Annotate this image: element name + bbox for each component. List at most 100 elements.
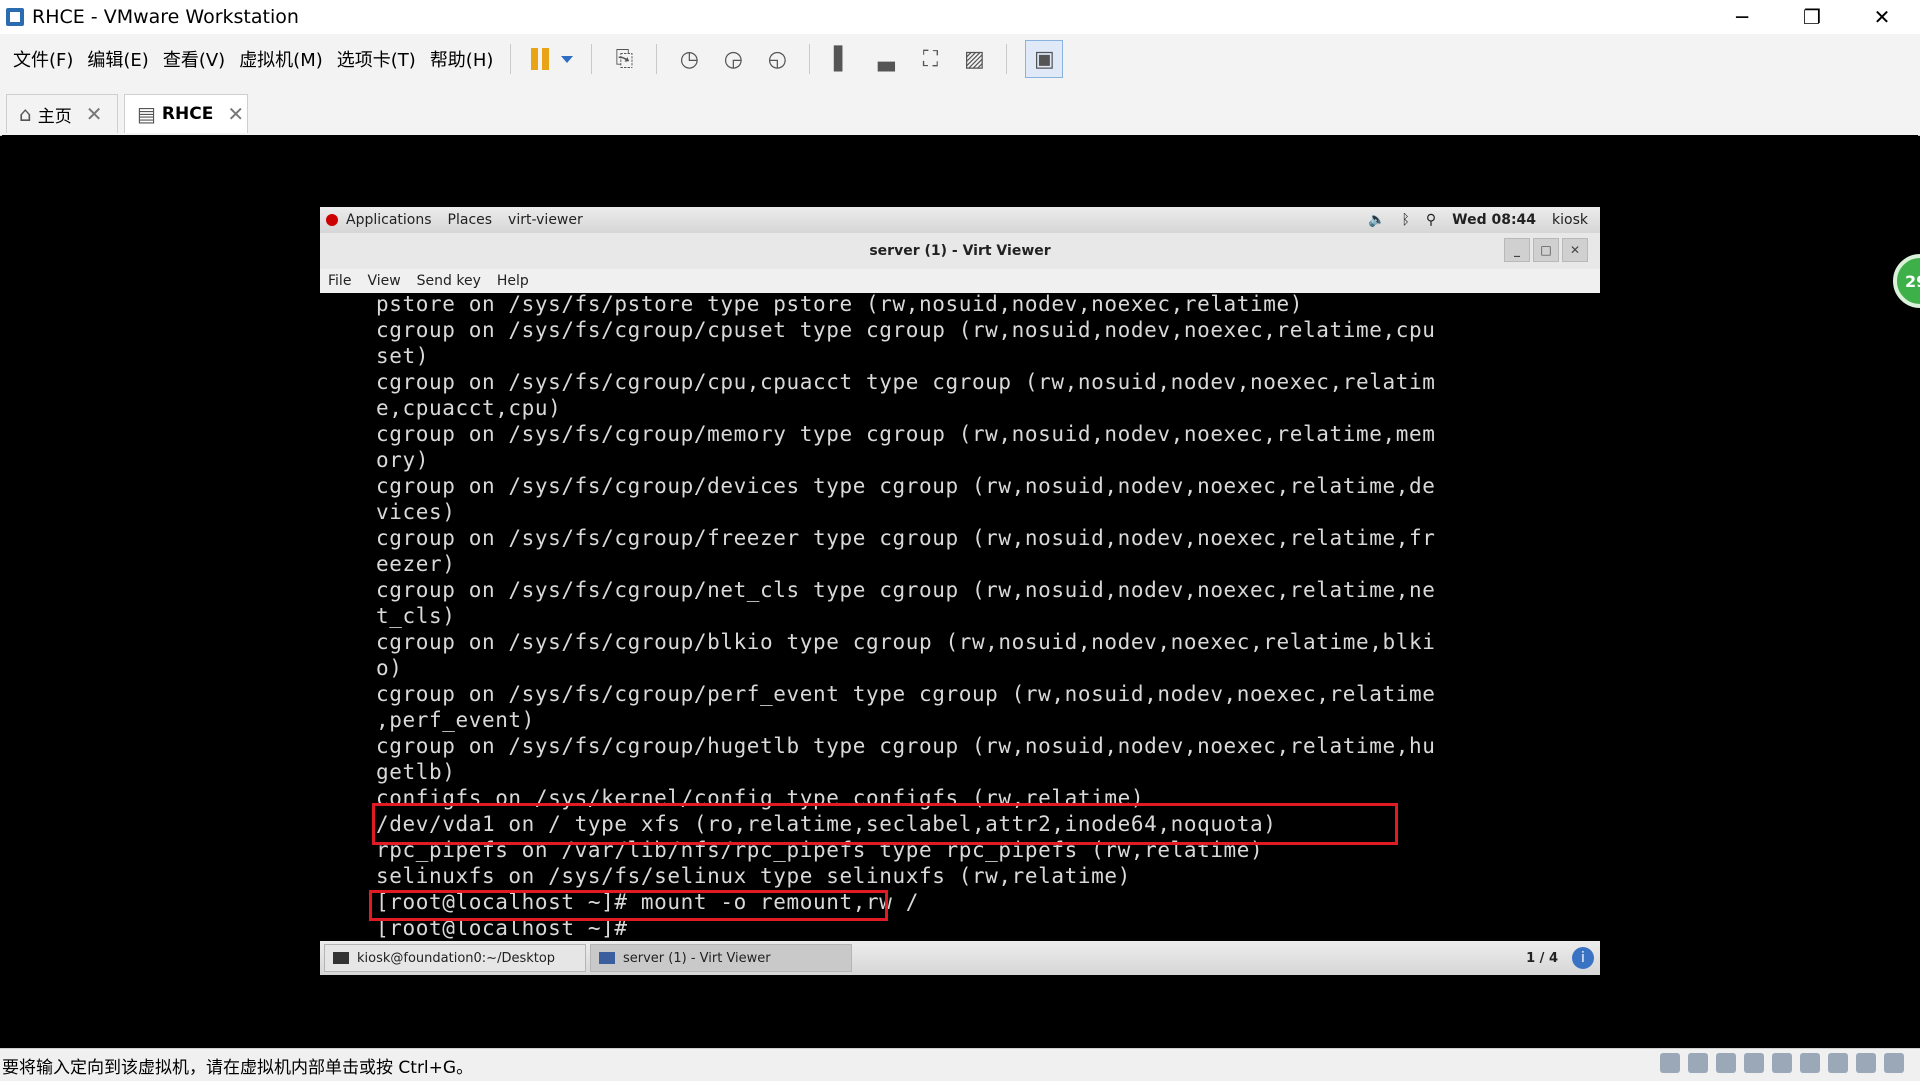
viewer-menu-file[interactable]: File [328, 273, 351, 289]
window-title: RHCE - VMware Workstation [32, 6, 299, 28]
highlight-box-mount-ro [372, 803, 1398, 845]
console-line: ory) [376, 448, 429, 472]
console-line: cgroup on /sys/fs/cgroup/cpu,cpuacct typ… [376, 370, 1436, 394]
console-line: cgroup on /sys/fs/cgroup/hugetlb type cg… [376, 734, 1436, 758]
toolbar-separator [656, 44, 658, 74]
sidebar-view-icon[interactable]: ▌ [828, 45, 856, 73]
network-adapter-icon[interactable] [1716, 1053, 1736, 1073]
menu-tabs[interactable]: 选项卡(T) [330, 46, 423, 72]
vmware-app-icon [6, 8, 24, 26]
power-dropdown-icon[interactable] [561, 55, 574, 63]
device-icons [1660, 1053, 1904, 1073]
active-task[interactable]: virt-viewer [508, 212, 583, 228]
console-line: cgroup on /sys/fs/cgroup/net_cls type cg… [376, 578, 1436, 602]
viewer-menu-send-key[interactable]: Send key [417, 273, 481, 289]
tab-rhce-label: RHCE [161, 104, 214, 124]
guest-top-panel: Applications Places virt-viewer 🔈 ᛒ ⚲ We… [320, 207, 1600, 233]
snapshot-manager-icon[interactable]: ◵ [763, 45, 791, 73]
revert-snapshot-icon[interactable]: ◶ [719, 45, 747, 73]
hard-disk-icon[interactable] [1660, 1053, 1680, 1073]
send-ctrl-alt-del-icon[interactable]: ⎘ [610, 45, 638, 73]
clock[interactable]: Wed 08:44 [1452, 212, 1536, 228]
redhat-icon [326, 214, 338, 226]
console-line: pstore on /sys/fs/pstore type pstore (rw… [376, 293, 1304, 316]
viewer-minimize-button[interactable]: _ [1504, 238, 1530, 262]
sound-card-icon[interactable] [1800, 1053, 1820, 1073]
console-line: getlb) [376, 760, 456, 784]
restore-button[interactable]: ❐ [1782, 0, 1842, 34]
user-menu[interactable]: kiosk [1552, 212, 1588, 228]
bluetooth-icon[interactable]: ᛒ [1401, 212, 1409, 228]
menu-help[interactable]: 帮助(H) [423, 46, 501, 72]
workspace-pager[interactable]: 1 / 4 [1526, 951, 1558, 966]
console-line: t_cls) [376, 604, 456, 628]
console-line: e,cpuacct,cpu) [376, 396, 562, 420]
thumbnail-view-icon[interactable]: ▃ [872, 45, 900, 73]
minimize-button[interactable]: ─ [1712, 0, 1772, 34]
status-message: 要将输入定向到该虚拟机，请在虚拟机内部单击或按 Ctrl+G。 [2, 1057, 474, 1078]
menu-vm[interactable]: 虚拟机(M) [232, 46, 330, 72]
display-icon[interactable] [1828, 1053, 1848, 1073]
applications-menu[interactable]: Applications [346, 212, 432, 228]
fullscreen-icon[interactable]: ⛶ [916, 45, 944, 73]
highlight-box-remount-command [369, 890, 888, 921]
close-icon[interactable]: ✕ [227, 102, 244, 126]
console-line: cgroup on /sys/fs/cgroup/freezer type cg… [376, 526, 1436, 550]
console-line: cgroup on /sys/fs/cgroup/memory type cgr… [376, 422, 1436, 446]
viewer-menu-help[interactable]: Help [497, 273, 529, 289]
toolbar-separator [510, 44, 512, 74]
menu-view[interactable]: 查看(V) [156, 46, 232, 72]
console-line: ,perf_event) [376, 708, 535, 732]
virt-viewer-icon [599, 952, 615, 964]
pause-icon[interactable] [531, 48, 550, 70]
terminal-console[interactable]: pstore on /sys/fs/pstore type pstore (rw… [320, 293, 1600, 941]
close-icon[interactable]: ✕ [86, 102, 103, 126]
viewer-close-button[interactable]: ✕ [1562, 238, 1588, 262]
menu-file[interactable]: 文件(F) [6, 46, 80, 72]
taskbar-virt-viewer[interactable]: server (1) - Virt Viewer [590, 944, 852, 972]
tab-home[interactable]: ⌂ 主页 ✕ [6, 94, 118, 133]
console-line: eezer) [376, 552, 456, 576]
tab-home-label: 主页 [37, 106, 72, 127]
toolbar-separator [809, 44, 811, 74]
window-titlebar: RHCE - VMware Workstation ─ ❐ ✕ [0, 0, 1920, 34]
tab-bar: ⌂ 主页 ✕ ▤ RHCE ✕ [0, 84, 1920, 136]
console-line: cgroup on /sys/fs/cgroup/blkio type cgro… [376, 630, 1436, 654]
menu-edit[interactable]: 编辑(E) [80, 46, 155, 72]
vm-icon: ▤ [137, 102, 156, 126]
volume-icon[interactable]: 🔈 [1368, 212, 1385, 228]
guest-bottom-panel: kiosk@foundation0:~/Desktop server (1) -… [320, 941, 1600, 975]
console-view-icon[interactable]: ▣ [1025, 40, 1064, 78]
console-line: set) [376, 344, 429, 368]
console-line: cgroup on /sys/fs/cgroup/devices type cg… [376, 474, 1436, 498]
viewer-menu-view[interactable]: View [367, 273, 400, 289]
taskbar-terminal[interactable]: kiosk@foundation0:~/Desktop [324, 944, 586, 972]
close-button[interactable]: ✕ [1852, 0, 1912, 34]
network-adapter-2-icon[interactable] [1744, 1053, 1764, 1073]
tab-rhce[interactable]: ▤ RHCE ✕ [124, 94, 248, 133]
printer-icon[interactable] [1772, 1053, 1792, 1073]
network-icon[interactable]: ⚲ [1426, 212, 1436, 228]
status-bar: 要将输入定向到该虚拟机，请在虚拟机内部单击或按 Ctrl+G。 [0, 1048, 1920, 1081]
viewer-title: server (1) - Virt Viewer [869, 243, 1051, 259]
unity-icon[interactable]: ▨ [960, 45, 988, 73]
console-line: cgroup on /sys/fs/cgroup/perf_event type… [376, 682, 1436, 706]
snapshot-icon[interactable]: ◷ [675, 45, 703, 73]
terminal-icon [333, 952, 349, 964]
console-line: o) [376, 656, 403, 680]
message-log-icon[interactable] [1884, 1053, 1904, 1073]
places-menu[interactable]: Places [448, 212, 493, 228]
viewer-maximize-button[interactable]: □ [1533, 238, 1559, 262]
viewer-menubar: File View Send key Help [320, 269, 1600, 293]
console-line: vices) [376, 500, 456, 524]
console-line: selinuxfs on /sys/fs/selinux type selinu… [376, 864, 1131, 888]
menu-toolbar: 文件(F) 编辑(E) 查看(V) 虚拟机(M) 选项卡(T) 帮助(H) ⎘ … [0, 34, 1920, 84]
usb-icon[interactable] [1856, 1053, 1876, 1073]
taskbar-terminal-label: kiosk@foundation0:~/Desktop [357, 950, 556, 966]
toolbar-separator [1006, 44, 1008, 74]
cd-dvd-icon[interactable] [1688, 1053, 1708, 1073]
taskbar-virt-viewer-label: server (1) - Virt Viewer [623, 950, 771, 966]
info-icon[interactable]: i [1572, 947, 1594, 969]
console-line: cgroup on /sys/fs/cgroup/cpuset type cgr… [376, 318, 1436, 342]
viewer-titlebar: server (1) - Virt Viewer _ □ ✕ [320, 233, 1600, 270]
